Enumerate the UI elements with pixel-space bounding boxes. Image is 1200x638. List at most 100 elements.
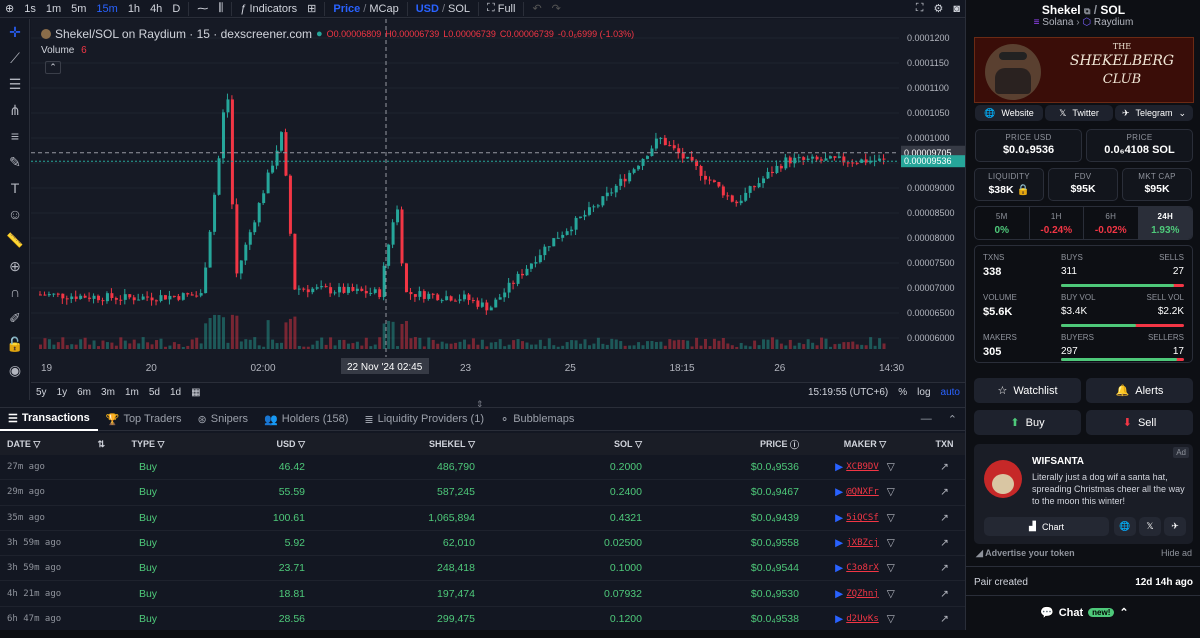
- telegram-button[interactable]: ✈ Telegram ⌄: [1115, 105, 1193, 121]
- tab-snipers[interactable]: ⊛ Snipers: [190, 407, 257, 431]
- full-button[interactable]: ⛶ Full: [482, 2, 520, 15]
- header-type[interactable]: TYPE ▽: [112, 433, 184, 455]
- percent-toggle[interactable]: %: [893, 387, 912, 398]
- filter-icon[interactable]: ▽: [887, 512, 895, 524]
- filter-icon[interactable]: ▽: [887, 537, 895, 549]
- header-maker[interactable]: MAKER ▽: [806, 433, 924, 455]
- candles-icon[interactable]: ⫼: [213, 2, 228, 15]
- table-row[interactable]: 4h 21m ago Buy 18.81 197,474 0.07932 $0.0₄953…: [0, 581, 965, 607]
- auto-toggle[interactable]: auto: [936, 387, 965, 398]
- header-date[interactable]: DATE ▽ ⇅: [0, 433, 112, 455]
- ad-x-icon[interactable]: 𝕏: [1139, 517, 1161, 536]
- price-chart[interactable]: 0.0001200 0.0001150 0.0001100 0.0001050 0.00…: [31, 19, 965, 400]
- interval-4h[interactable]: 4h: [145, 3, 167, 15]
- cell-maker[interactable]: ▶ d2UvKs ▽: [806, 607, 924, 631]
- buy-button[interactable]: ⬆ Buy: [974, 410, 1081, 435]
- interval-1m[interactable]: 1m: [41, 3, 66, 15]
- alerts-button[interactable]: 🔔 Alerts: [1086, 378, 1193, 403]
- external-link-icon[interactable]: ↗: [924, 531, 965, 555]
- log-toggle[interactable]: log: [912, 387, 935, 398]
- horizontal-lines-icon[interactable]: ☰: [0, 71, 30, 97]
- indicators-button[interactable]: ƒ Indicators: [235, 3, 302, 15]
- pencil-lock-icon[interactable]: ✐: [0, 305, 30, 331]
- twitter-button[interactable]: 𝕏 Twitter: [1045, 105, 1113, 121]
- range-1d[interactable]: 1d: [165, 387, 186, 398]
- external-link-icon[interactable]: ↗: [924, 581, 965, 605]
- change-tab-6h[interactable]: 6H -0.02%: [1084, 207, 1139, 239]
- advertise-link[interactable]: ◢ Advertise your token: [976, 548, 1075, 559]
- cell-maker[interactable]: ▶ C3o8rX ▽: [806, 556, 924, 580]
- range-1m[interactable]: 1m: [120, 387, 144, 398]
- interval-5m[interactable]: 5m: [66, 3, 91, 15]
- maker-address[interactable]: jXBZcj: [846, 538, 879, 548]
- maker-address[interactable]: XCB9DV: [846, 462, 879, 472]
- interval-d[interactable]: D: [167, 3, 185, 15]
- calendar-icon[interactable]: ▦: [186, 387, 205, 398]
- cell-maker[interactable]: ▶ XCB9DV ▽: [806, 455, 924, 479]
- cell-maker[interactable]: ▶ 5iQCSf ▽: [806, 506, 924, 530]
- external-link-icon[interactable]: ↗: [924, 607, 965, 631]
- ad-website-icon[interactable]: 🌐: [1114, 517, 1136, 536]
- range-1y[interactable]: 1y: [52, 387, 73, 398]
- lock-icon[interactable]: 🔓: [0, 331, 30, 357]
- cell-maker[interactable]: ▶ jXBZcj ▽: [806, 531, 924, 555]
- maker-address[interactable]: 5iQCSf: [846, 513, 879, 523]
- minimize-icon[interactable]: —: [913, 407, 940, 431]
- price-mcap-toggle[interactable]: Price / MCap: [328, 3, 403, 15]
- trendline-icon[interactable]: ⟋: [0, 45, 30, 71]
- brush-icon[interactable]: ✎: [0, 149, 30, 175]
- maker-address[interactable]: C3o8rX: [846, 563, 879, 573]
- website-button[interactable]: 🌐 Website: [975, 105, 1043, 121]
- zoom-in-icon[interactable]: ⊕: [0, 253, 30, 279]
- change-tab-1h[interactable]: 1H -0.24%: [1030, 207, 1084, 239]
- table-row[interactable]: 27m ago Buy 46.42 486,790 0.2000 $0.0₄9536 ▶ XC…: [0, 455, 965, 481]
- maker-address[interactable]: d2UvKs: [846, 614, 879, 624]
- tab-bubblemaps[interactable]: ⚬ Bubblemaps: [492, 407, 582, 431]
- external-link-icon[interactable]: ↗: [924, 506, 965, 530]
- camera-icon[interactable]: ◙: [948, 3, 965, 15]
- expand-icon[interactable]: ⌃: [940, 407, 965, 431]
- emoji-icon[interactable]: ☺: [0, 201, 30, 227]
- line-chart-icon[interactable]: ⁓: [192, 2, 213, 15]
- fullscreen-toggle-icon[interactable]: ⛶: [911, 2, 929, 15]
- ad-telegram-icon[interactable]: ✈: [1164, 517, 1186, 536]
- copy-icon[interactable]: ⧉: [1084, 6, 1090, 16]
- interval-15m[interactable]: 15m: [91, 3, 122, 15]
- filter-icon[interactable]: ▽: [887, 562, 895, 574]
- external-link-icon[interactable]: ↗: [924, 556, 965, 580]
- utc-clock[interactable]: 15:19:55 (UTC+6): [803, 387, 893, 398]
- filter-icon[interactable]: ▽: [887, 461, 895, 473]
- header-price[interactable]: PRICE ⓘ: [649, 433, 806, 455]
- filter-icon[interactable]: ▽: [887, 588, 895, 600]
- table-row[interactable]: 29m ago Buy 55.59 587,245 0.2400 $0.0₄9467 ▶ @Q…: [0, 480, 965, 506]
- range-5d[interactable]: 5d: [144, 387, 165, 398]
- ad-chart-button[interactable]: ▟ Chart: [984, 517, 1109, 536]
- external-link-icon[interactable]: ↗: [924, 480, 965, 504]
- undo-icon[interactable]: ↶: [527, 2, 546, 15]
- layout-icon[interactable]: ⊞: [302, 2, 321, 15]
- ad-card[interactable]: Ad WIFSANTA Literally just a dog wif a s…: [974, 444, 1193, 544]
- range-3m[interactable]: 3m: [96, 387, 120, 398]
- text-icon[interactable]: T: [0, 175, 30, 201]
- hide-ad-link[interactable]: Hide ad: [1161, 548, 1192, 558]
- tab-liquidity-providers[interactable]: ≣ Liquidity Providers (1): [356, 407, 492, 431]
- tab-transactions[interactable]: ☰ Transactions: [0, 407, 98, 431]
- add-symbol-icon[interactable]: ⊕: [0, 2, 19, 15]
- header-sol[interactable]: SOL ▽: [482, 433, 649, 455]
- ruler-icon[interactable]: 📏: [0, 227, 30, 253]
- maker-address[interactable]: @QNXFr: [846, 487, 879, 497]
- table-row[interactable]: 3h 59m ago Buy 23.71 248,418 0.1000 $0.0₄9544…: [0, 556, 965, 582]
- filter-icon[interactable]: ▽: [887, 613, 895, 625]
- table-row[interactable]: 6h 47m ago Buy 28.56 299,475 0.1200 $0.0₄9538…: [0, 606, 965, 633]
- pitchfork-icon[interactable]: ⋔: [0, 97, 30, 123]
- external-link-icon[interactable]: ↗: [924, 455, 965, 479]
- table-row[interactable]: 3h 59m ago Buy 5.92 62,010 0.02500 $0.0₄9558 ▶…: [0, 530, 965, 557]
- chart-canvas[interactable]: 0.0001200 0.0001150 0.0001100 0.0001050 0.00…: [31, 19, 965, 382]
- interval-1h[interactable]: 1h: [123, 3, 145, 15]
- chat-button[interactable]: 💬 Chat new! ⌃: [1040, 606, 1129, 620]
- range-6m[interactable]: 6m: [72, 387, 96, 398]
- magnet-icon[interactable]: ∩: [0, 279, 30, 305]
- tab-holders[interactable]: 👥 Holders (158): [256, 407, 356, 431]
- maker-address[interactable]: ZQZhnj: [846, 589, 879, 599]
- tab-top-traders[interactable]: 🏆 Top Traders: [98, 407, 190, 431]
